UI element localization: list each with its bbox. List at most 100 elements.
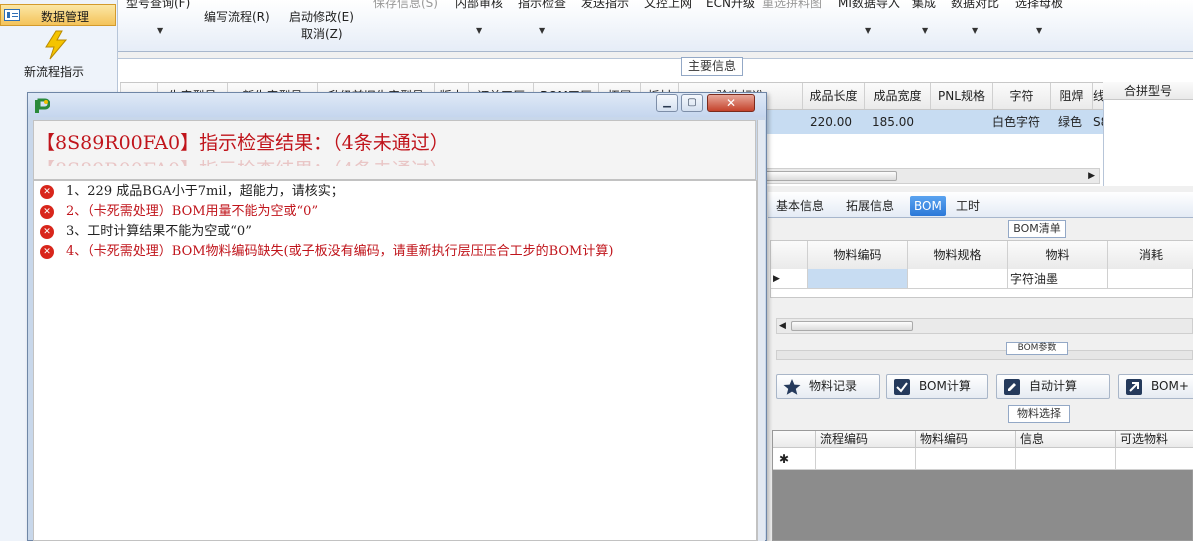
- message-text: 1、229 成品BGA小于7mil，超能力，请核实；: [66, 184, 344, 199]
- toolbar-cancel[interactable]: 取消(Z): [301, 25, 343, 42]
- bom-plus-label: BOM+: [1151, 379, 1189, 393]
- toolbar-data-compare[interactable]: 数据对比: [951, 0, 999, 11]
- list-item[interactable]: ✕ 3、工时计算结果不能为空或“0”: [38, 222, 752, 242]
- main-grid-scrollbar[interactable]: ▶: [760, 168, 1100, 184]
- cell-width[interactable]: 185.00: [872, 110, 932, 134]
- message-text: 2、（卡死需处理）BOM用量不能为空或“0”: [66, 204, 319, 219]
- scroll-right-icon[interactable]: ▶: [1088, 169, 1095, 183]
- new-row-cell[interactable]: [915, 448, 1015, 470]
- toolbar-ecn-upgrade[interactable]: ECN升级: [706, 0, 755, 11]
- toolbar-internal-review[interactable]: 内部审核: [455, 0, 503, 11]
- toolbar-model-query[interactable]: 型号查询(F): [126, 0, 190, 11]
- bom-plus-button[interactable]: BOM+: [1118, 374, 1193, 399]
- column-header-char[interactable]: 字符: [992, 83, 1050, 109]
- message-text: 3、工时计算结果不能为空或“0”: [66, 224, 252, 239]
- cell-solder[interactable]: 绿色: [1058, 110, 1092, 134]
- tab-bom[interactable]: BOM: [910, 196, 946, 216]
- toolbar-reselect-layout[interactable]: 重选拼料图: [762, 0, 822, 11]
- main-info-section-title: 主要信息: [681, 57, 743, 76]
- chevron-down-icon[interactable]: ▼: [476, 26, 482, 35]
- column-header-blank: [771, 241, 807, 269]
- toolbar-select-motherboard[interactable]: 选择母板: [1015, 0, 1063, 11]
- nav-new-flow-instruction[interactable]: 新流程指示: [0, 28, 116, 84]
- scrollbar-thumb[interactable]: [791, 321, 913, 331]
- bom-button-row: 物料记录 BOM计算 自动计算 BOM+: [770, 372, 1193, 402]
- toolbar-doc-online[interactable]: 文控上网: [644, 0, 692, 11]
- pencil-icon: [1004, 379, 1020, 395]
- tab-extended-info[interactable]: 拓展信息: [842, 196, 898, 216]
- dialog-heading: 【8S89R00FA0】指示检查结果：（4条未通过）: [36, 132, 449, 154]
- toolbar-save-info[interactable]: 保存信息(S): [373, 0, 438, 11]
- new-row-cell[interactable]: [1115, 448, 1193, 470]
- toolbar-instruction-check[interactable]: 指示检查: [518, 0, 566, 11]
- splitter-bar[interactable]: [776, 350, 1193, 360]
- cell-char[interactable]: 白色字符: [992, 110, 1050, 134]
- auto-calc-button[interactable]: 自动计算: [996, 374, 1110, 399]
- auto-calc-label: 自动计算: [1029, 379, 1078, 393]
- column-header-length[interactable]: 成品长度: [802, 83, 864, 109]
- bom-grid-scrollbar[interactable]: ◀: [776, 318, 1193, 334]
- column-header-width[interactable]: 成品宽度: [864, 83, 930, 109]
- lightning-bolt-icon: [45, 30, 68, 60]
- list-item[interactable]: ✕ 2、（卡死需处理）BOM用量不能为空或“0”: [38, 202, 752, 222]
- nav-data-management[interactable]: 数据管理: [0, 4, 116, 26]
- dialog-banner: 【8S89R00FA0】指示检查结果：（4条未通过） 【8S89R00FA0】指…: [33, 120, 756, 180]
- tab-basic-info[interactable]: 基本信息: [772, 196, 828, 216]
- new-row-marker: ✱: [773, 448, 815, 470]
- column-header-solder[interactable]: 阻焊: [1050, 83, 1092, 109]
- list-item[interactable]: ✕ 4、（卡死需处理）BOM物料编码缺失(或子板没有编码，请重新执行层压压合工步…: [38, 242, 752, 262]
- row-pointer-icon: ▶: [771, 269, 807, 289]
- chevron-down-icon[interactable]: ▼: [922, 26, 928, 35]
- close-button[interactable]: ✕: [707, 94, 755, 112]
- cell-material-spec[interactable]: [907, 269, 1007, 289]
- column-header[interactable]: 物料: [1007, 241, 1107, 269]
- tab-work-hours[interactable]: 工时: [952, 196, 984, 216]
- material-record-button[interactable]: 物料记录: [776, 374, 880, 399]
- dialog-scrollbar[interactable]: [757, 120, 765, 541]
- list-item[interactable]: ✕ 1、229 成品BGA小于7mil，超能力，请核实；: [38, 182, 752, 202]
- column-header-blank: [773, 431, 815, 448]
- merge-model-header: 合拼型号: [1103, 82, 1193, 100]
- star-icon: [783, 379, 801, 395]
- scroll-left-icon[interactable]: ◀: [779, 319, 786, 333]
- toolbar-send-instruction[interactable]: 发送指示: [581, 0, 629, 11]
- column-header[interactable]: 消耗: [1107, 241, 1193, 269]
- error-circle-icon: ✕: [40, 245, 54, 259]
- bom-param-splitter[interactable]: BOM参数: [770, 338, 1193, 368]
- column-header[interactable]: 物料编码: [807, 241, 907, 269]
- cell-length[interactable]: 220.00: [810, 110, 866, 134]
- toolbar-edit-flow[interactable]: 编写流程(R): [204, 8, 270, 25]
- column-header-pnl[interactable]: PNL规格: [930, 83, 992, 109]
- chevron-down-icon[interactable]: ▼: [1036, 26, 1042, 35]
- chevron-down-icon[interactable]: ▼: [865, 26, 871, 35]
- toolbar-mi-import[interactable]: MI数据导入: [838, 0, 900, 11]
- cell-extra[interactable]: S8: [1093, 110, 1103, 134]
- column-header[interactable]: 物料规格: [907, 241, 1007, 269]
- bom-calc-label: BOM计算: [919, 379, 971, 393]
- cell-material[interactable]: 字符油墨: [1007, 269, 1107, 289]
- cell-material-code[interactable]: [807, 269, 907, 289]
- nav-data-management-label: 数据管理: [41, 10, 90, 24]
- material-record-label: 物料记录: [809, 379, 858, 393]
- column-header[interactable]: 流程编码: [815, 431, 915, 448]
- error-circle-icon: ✕: [40, 225, 54, 239]
- chevron-down-icon[interactable]: ▼: [539, 26, 545, 35]
- new-row-cell[interactable]: [1015, 448, 1115, 470]
- maximize-button[interactable]: ▢: [681, 94, 703, 112]
- column-header[interactable]: 可选物料: [1115, 431, 1193, 448]
- column-header[interactable]: 物料编码: [915, 431, 1015, 448]
- cell-pnl[interactable]: [932, 110, 992, 134]
- minimize-button[interactable]: ▁: [656, 94, 678, 112]
- nav-new-flow-label: 新流程指示: [23, 65, 84, 79]
- scrollbar-thumb[interactable]: [761, 171, 897, 181]
- chevron-down-icon[interactable]: ▼: [157, 26, 163, 35]
- column-header[interactable]: 信息: [1015, 431, 1115, 448]
- new-row-cell[interactable]: [815, 448, 915, 470]
- bom-calc-button[interactable]: BOM计算: [886, 374, 988, 399]
- toolbar-integration[interactable]: 集成: [912, 0, 936, 11]
- column-header[interactable]: 线: [1092, 83, 1105, 109]
- toolbar-start-modify[interactable]: 启动修改(E): [289, 8, 354, 25]
- cell-consume[interactable]: [1107, 269, 1193, 289]
- arrow-up-right-icon: [1126, 379, 1142, 395]
- chevron-down-icon[interactable]: ▼: [972, 26, 978, 35]
